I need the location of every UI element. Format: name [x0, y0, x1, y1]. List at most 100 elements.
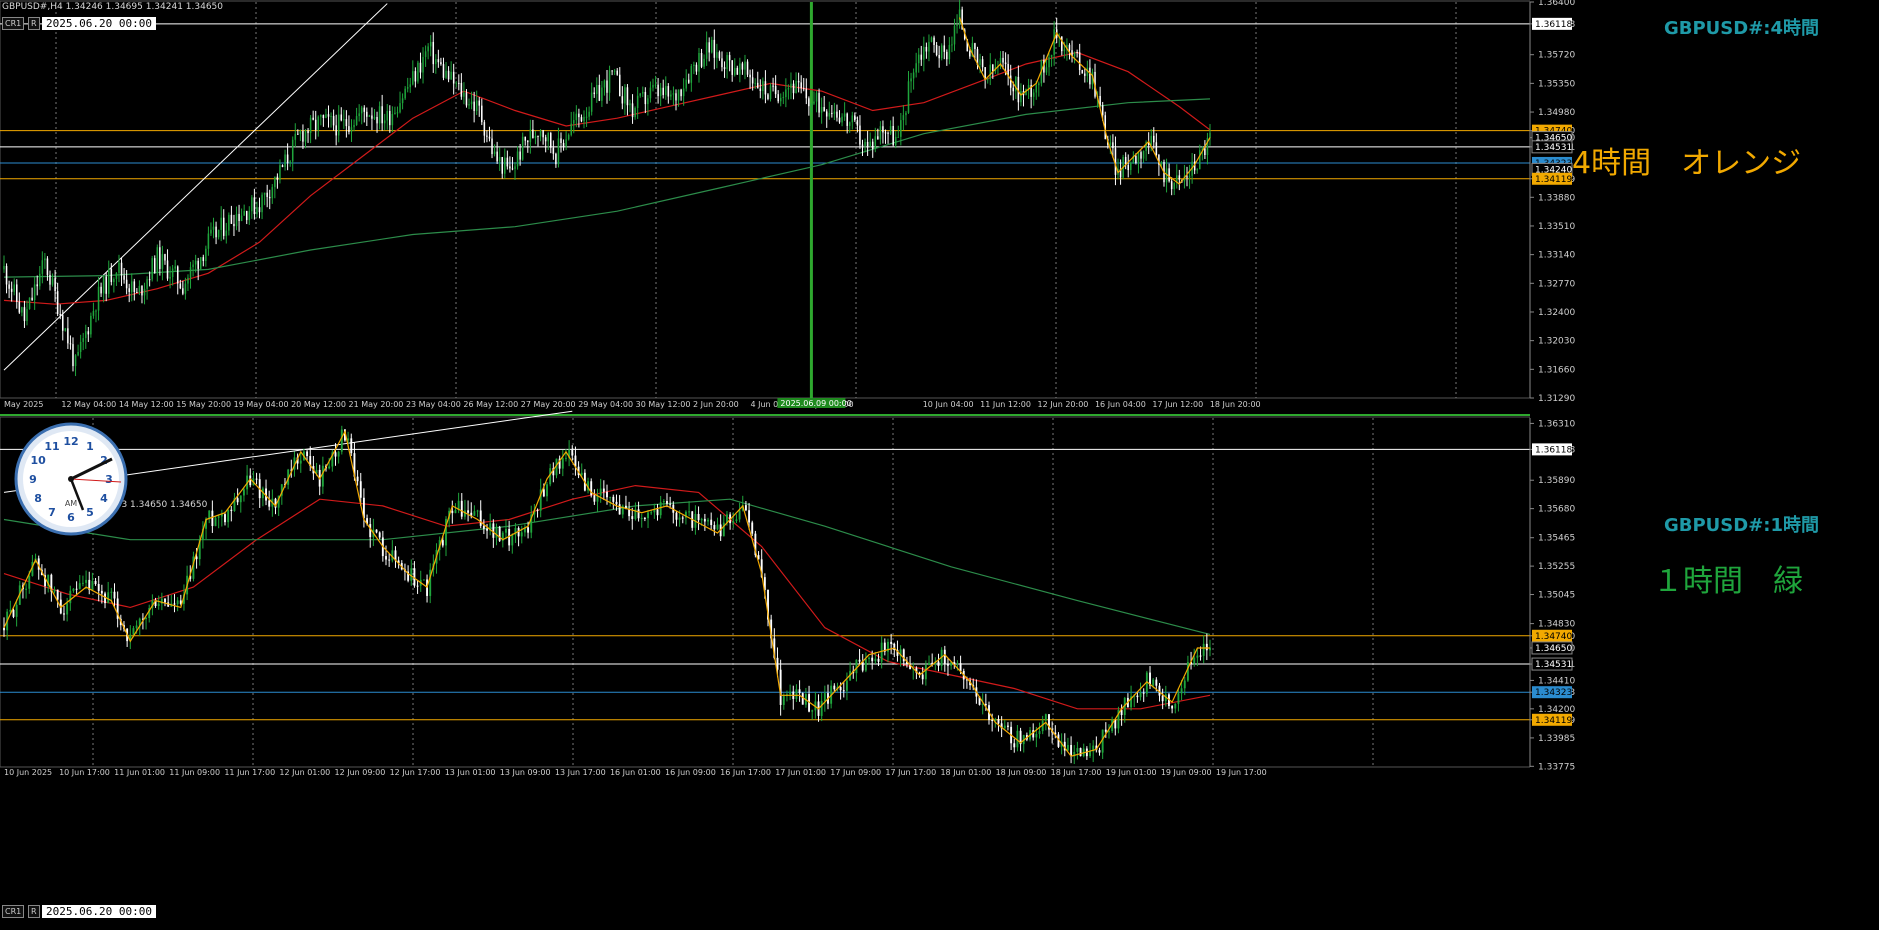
- candle-body: [1079, 748, 1082, 757]
- h1-chart-panel[interactable]: 1.36310 1.36118 1.35890 1.35680 1.35465 1.352…: [0, 410, 1879, 777]
- candle-body: [135, 625, 138, 629]
- candle-body: [590, 92, 593, 112]
- candle-body: [690, 65, 693, 83]
- candle-body: [557, 138, 560, 165]
- candle-body: [833, 111, 836, 114]
- candle-body: [1153, 135, 1155, 143]
- candle-body: [828, 112, 831, 117]
- r-button-bottom[interactable]: R: [28, 905, 40, 918]
- candle-body: [1142, 150, 1145, 159]
- candle-body: [580, 117, 583, 122]
- candle-body: [894, 136, 897, 146]
- price-tick-label: 1.33510: [1538, 222, 1575, 232]
- candle-body: [197, 260, 199, 269]
- candle-body: [710, 519, 713, 526]
- candle-body: [871, 657, 874, 662]
- candle-body: [179, 283, 182, 289]
- candle-body: [820, 700, 823, 716]
- candle-body: [317, 116, 320, 130]
- candle-body: [728, 55, 731, 61]
- time-tick-label: 13 Jun 01:00: [445, 768, 496, 777]
- candle-body: [302, 131, 304, 142]
- candle-body: [224, 514, 226, 523]
- candle-body: [3, 627, 5, 631]
- candle-body: [864, 658, 867, 671]
- candle-body: [509, 166, 511, 169]
- candle-body: [1140, 152, 1142, 159]
- candle-body: [378, 532, 381, 538]
- candle-body: [360, 107, 363, 114]
- candle-body: [695, 64, 698, 72]
- candle-body: [616, 70, 618, 75]
- cr-button-bottom[interactable]: CR1: [2, 905, 25, 918]
- candle-body: [527, 527, 530, 533]
- candle-body: [951, 44, 953, 46]
- h4-chart-panel[interactable]: 1.364001.361181.357201.353501.349801.347…: [0, 0, 1879, 409]
- candle-body: [289, 161, 291, 164]
- candle-body: [532, 129, 534, 138]
- candle-body: [309, 117, 312, 134]
- candle-body: [64, 328, 67, 331]
- candle-body: [128, 288, 130, 292]
- candle-body: [481, 105, 483, 123]
- candle-body: [176, 600, 179, 605]
- candle-body: [842, 690, 845, 692]
- candle-body: [705, 42, 708, 59]
- date-field-bottom[interactable]: 2025.06.20 00:00: [42, 905, 156, 918]
- price-tick-label: 1.35720: [1538, 51, 1575, 61]
- candle-body: [851, 115, 854, 123]
- candle-body: [839, 687, 842, 691]
- candle-body: [713, 525, 716, 530]
- candle-body: [697, 513, 700, 521]
- h1-green-note: １時間 緑: [1653, 564, 1803, 599]
- candle-body: [105, 276, 107, 294]
- cr-button-top[interactable]: CR1: [2, 17, 25, 30]
- candle-body: [802, 88, 805, 90]
- candle-body: [284, 154, 286, 167]
- time-tick-label: 27 May 20:00: [521, 400, 576, 409]
- candle-body: [997, 719, 1000, 724]
- candle-body: [1084, 73, 1086, 76]
- candle-body: [560, 138, 562, 144]
- candle-body: [670, 94, 672, 97]
- candle-body: [744, 61, 746, 70]
- candle-body: [404, 88, 406, 99]
- r-button-top[interactable]: R: [28, 17, 40, 30]
- price-tick-label: 1.35465: [1538, 534, 1575, 544]
- time-tick-label: 13 Jun 17:00: [555, 768, 606, 777]
- candle-body: [599, 488, 602, 496]
- time-tick-label: 11 Jun 17:00: [224, 768, 275, 777]
- candle-body: [928, 662, 930, 666]
- candle-body: [603, 80, 606, 88]
- candle-body: [992, 64, 994, 72]
- candle-body: [928, 41, 930, 52]
- candle-body: [276, 176, 279, 180]
- candle-body: [1186, 176, 1188, 178]
- candle-body: [368, 115, 371, 117]
- candle-body: [41, 260, 44, 274]
- time-tick-label: 11 Jun 12:00: [980, 400, 1031, 409]
- candle-body: [1173, 182, 1175, 190]
- candle-body: [703, 518, 706, 522]
- candle-body: [286, 154, 289, 164]
- price-tick-label: 1.36310: [1538, 419, 1575, 429]
- candle-body: [1202, 643, 1205, 656]
- candle-body: [145, 617, 148, 619]
- candle-body: [769, 85, 772, 100]
- price-tick-label: 1.34980: [1538, 108, 1575, 118]
- candle-body: [606, 80, 608, 93]
- price-tick-label: 1.33140: [1538, 251, 1575, 261]
- candle-body: [125, 279, 128, 289]
- candle-body: [476, 510, 479, 512]
- candle-body: [473, 511, 476, 516]
- candle-body: [304, 130, 307, 142]
- candle-body: [210, 229, 212, 234]
- date-field-top[interactable]: 2025.06.20 00:00: [42, 17, 156, 30]
- price-tick-label: 1.34410: [1538, 676, 1575, 686]
- candle-body: [795, 80, 797, 94]
- candle-body: [640, 517, 643, 519]
- candle-body: [877, 658, 880, 662]
- candle-body: [386, 110, 389, 121]
- candle-body: [989, 64, 992, 80]
- candle-body: [732, 520, 735, 524]
